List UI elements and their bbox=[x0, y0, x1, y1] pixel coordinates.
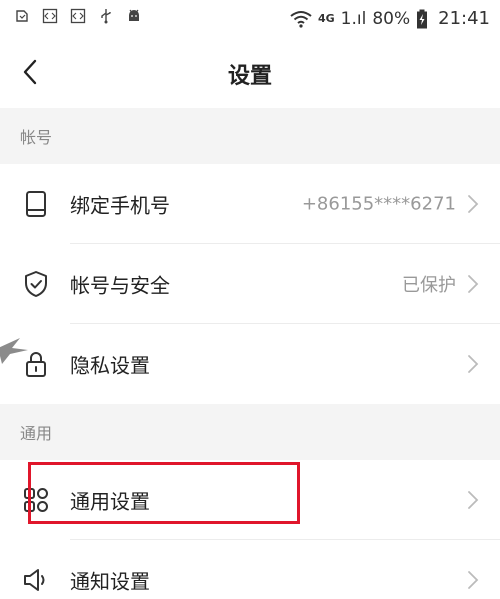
section-title: 帐号 bbox=[20, 128, 53, 147]
notification-settings-row[interactable]: 通知设置 bbox=[0, 540, 500, 599]
account-security-row[interactable]: 帐号与安全 已保护 bbox=[0, 244, 500, 324]
chevron-right-icon bbox=[468, 355, 479, 373]
section-title: 通用 bbox=[20, 424, 53, 443]
sync-icon bbox=[16, 10, 28, 22]
section-header-account: 帐号 bbox=[0, 108, 500, 164]
wifi-icon bbox=[290, 10, 312, 28]
network-type: 4G bbox=[317, 12, 335, 25]
nav-bar: 设置 bbox=[0, 40, 500, 108]
highlight-annotation bbox=[28, 462, 300, 524]
speaker-icon bbox=[24, 569, 45, 591]
page-title: 设置 bbox=[227, 64, 272, 89]
code-icon bbox=[70, 8, 86, 24]
shield-icon bbox=[25, 271, 47, 297]
row-label: 隐私设置 bbox=[70, 353, 150, 378]
privacy-settings-row[interactable]: 隐私设置 bbox=[0, 324, 500, 404]
phone-icon bbox=[26, 191, 46, 217]
bind-phone-row[interactable]: 绑定手机号 +86155****6271 bbox=[0, 164, 500, 244]
settings-screen: 4G 1.ıl 80% 21:41 设置 帐号 绑定手机号 +86155****… bbox=[0, 0, 500, 599]
notification-icons bbox=[14, 8, 142, 24]
android-icon bbox=[129, 9, 139, 21]
battery-percent: 80% bbox=[372, 8, 411, 29]
bird-watermark-icon bbox=[0, 338, 28, 364]
chevron-right-icon bbox=[468, 571, 479, 589]
section-header-general: 通用 bbox=[0, 404, 500, 460]
code-icon bbox=[42, 8, 58, 24]
status-bar: 4G 1.ıl 80% 21:41 bbox=[0, 0, 500, 40]
row-label: 帐号与安全 bbox=[70, 273, 170, 298]
chevron-right-icon bbox=[468, 195, 479, 213]
row-label: 绑定手机号 bbox=[70, 193, 170, 218]
chevron-right-icon bbox=[468, 275, 479, 293]
status-indicators: 4G 1.ıl 80% 21:41 bbox=[290, 8, 490, 29]
battery-charging-icon bbox=[417, 9, 428, 28]
signal-strength: 1.ıl bbox=[340, 8, 367, 29]
clock: 21:41 bbox=[438, 8, 490, 29]
usb-icon bbox=[101, 9, 111, 24]
security-status-value: 已保护 bbox=[402, 275, 456, 296]
phone-number-value: +86155****6271 bbox=[301, 193, 456, 215]
row-label: 通知设置 bbox=[70, 569, 150, 594]
chevron-right-icon bbox=[468, 491, 479, 509]
